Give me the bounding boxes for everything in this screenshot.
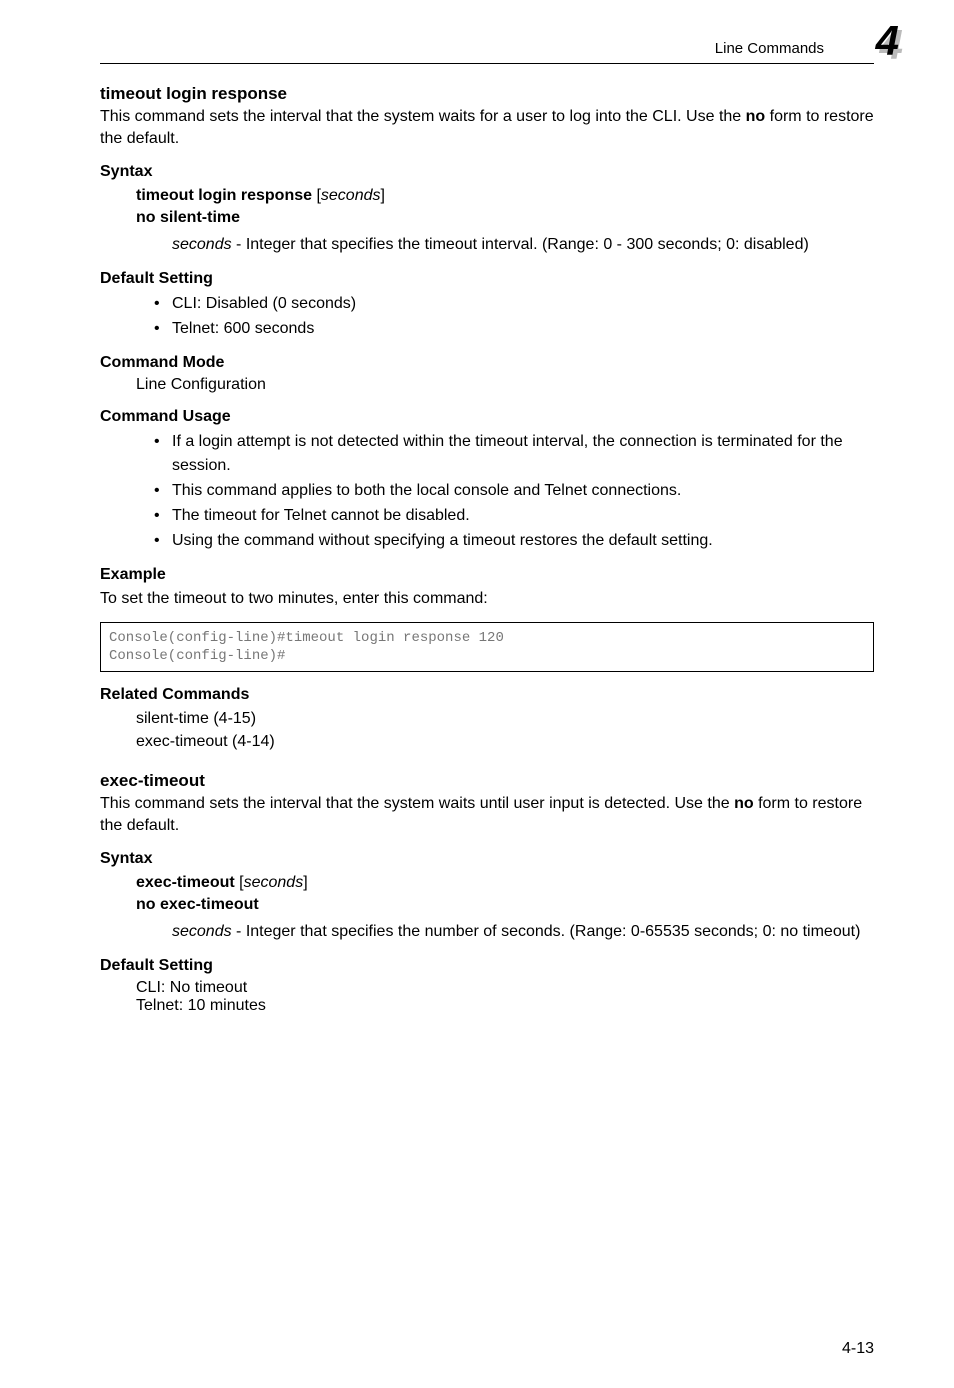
syntax-desc-arg-2: seconds bbox=[172, 923, 232, 940]
section-title-exec-timeout: exec-timeout bbox=[100, 771, 874, 791]
page-container: Line Commands 4 4 timeout login response… bbox=[0, 0, 954, 1388]
usage-list-1: If a login attempt is not detected withi… bbox=[154, 430, 874, 552]
section-title-timeout-login: timeout login response bbox=[100, 84, 874, 104]
syntax-cmd-no-1: no silent-time bbox=[136, 209, 240, 226]
syntax-cmd-no-2: no exec-timeout bbox=[136, 896, 259, 913]
syntax-desc-text-1: - Integer that specifies the timeout int… bbox=[232, 236, 809, 253]
mode-heading-1: Command Mode bbox=[100, 354, 874, 372]
syntax-heading-2: Syntax bbox=[100, 850, 874, 868]
example-intro-1: To set the timeout to two minutes, enter… bbox=[100, 588, 874, 610]
default-heading-2: Default Setting bbox=[100, 957, 874, 975]
example-heading-1: Example bbox=[100, 566, 874, 584]
default-line-telnet-2: Telnet: 10 minutes bbox=[136, 997, 266, 1014]
header-section-label: Line Commands bbox=[100, 40, 874, 57]
header-rule bbox=[100, 63, 874, 64]
related-commands-1: silent-time (4-15) exec-timeout (4-14) bbox=[136, 708, 874, 753]
usage-item-4: Using the command without specifying a t… bbox=[154, 529, 874, 552]
usage-item-2: This command applies to both the local c… bbox=[154, 479, 874, 502]
usage-item-3: The timeout for Telnet cannot be disable… bbox=[154, 504, 874, 527]
example-code-block-1: Console(config-line)#timeout login respo… bbox=[100, 622, 874, 672]
page-number: 4-13 bbox=[842, 1340, 874, 1358]
chapter-number: 4 bbox=[876, 20, 899, 62]
related-heading-1: Related Commands bbox=[100, 686, 874, 704]
usage-item-1: If a login attempt is not detected withi… bbox=[154, 430, 874, 476]
syntax-desc-2: seconds - Integer that specifies the num… bbox=[172, 921, 874, 943]
default-item-telnet: Telnet: 600 seconds bbox=[154, 317, 874, 340]
usage-heading-1: Command Usage bbox=[100, 408, 874, 426]
default-list-1: CLI: Disabled (0 seconds) Telnet: 600 se… bbox=[154, 292, 874, 340]
syntax-block-1: timeout login response [seconds] no sile… bbox=[136, 185, 874, 228]
default-line-cli-2: CLI: No timeout bbox=[136, 979, 247, 996]
syntax-desc-arg-1: seconds bbox=[172, 236, 232, 253]
syntax-block-2: exec-timeout [seconds] no exec-timeout bbox=[136, 872, 874, 915]
intro-bold-no: no bbox=[746, 108, 766, 125]
syntax-desc-1: seconds - Integer that specifies the tim… bbox=[172, 234, 874, 256]
syntax-arg-1: seconds bbox=[321, 187, 381, 204]
syntax-cmd-2: exec-timeout bbox=[136, 874, 235, 891]
syntax-heading-1: Syntax bbox=[100, 163, 874, 181]
related-link-exec-timeout: exec-timeout (4-14) bbox=[136, 733, 275, 750]
intro-paragraph-1: This command sets the interval that the … bbox=[100, 106, 874, 149]
related-link-silent-time: silent-time (4-15) bbox=[136, 710, 256, 727]
intro-text-2a: This command sets the interval that the … bbox=[100, 795, 734, 812]
syntax-bracket-open-1: [ bbox=[312, 187, 321, 204]
syntax-cmd-1: timeout login response bbox=[136, 187, 312, 204]
default-heading-1: Default Setting bbox=[100, 270, 874, 288]
syntax-bracket-open-2: [ bbox=[235, 874, 244, 891]
syntax-bracket-close-2: ] bbox=[303, 874, 307, 891]
default-block-2: CLI: No timeout Telnet: 10 minutes bbox=[136, 979, 874, 1015]
default-item-cli: CLI: Disabled (0 seconds) bbox=[154, 292, 874, 315]
intro-paragraph-2: This command sets the interval that the … bbox=[100, 793, 874, 836]
syntax-arg-2: seconds bbox=[244, 874, 304, 891]
intro-text-1a: This command sets the interval that the … bbox=[100, 108, 746, 125]
mode-text-1: Line Configuration bbox=[136, 376, 874, 394]
intro-bold-no-2: no bbox=[734, 795, 754, 812]
syntax-desc-text-2: - Integer that specifies the number of s… bbox=[232, 923, 861, 940]
syntax-bracket-close-1: ] bbox=[381, 187, 385, 204]
